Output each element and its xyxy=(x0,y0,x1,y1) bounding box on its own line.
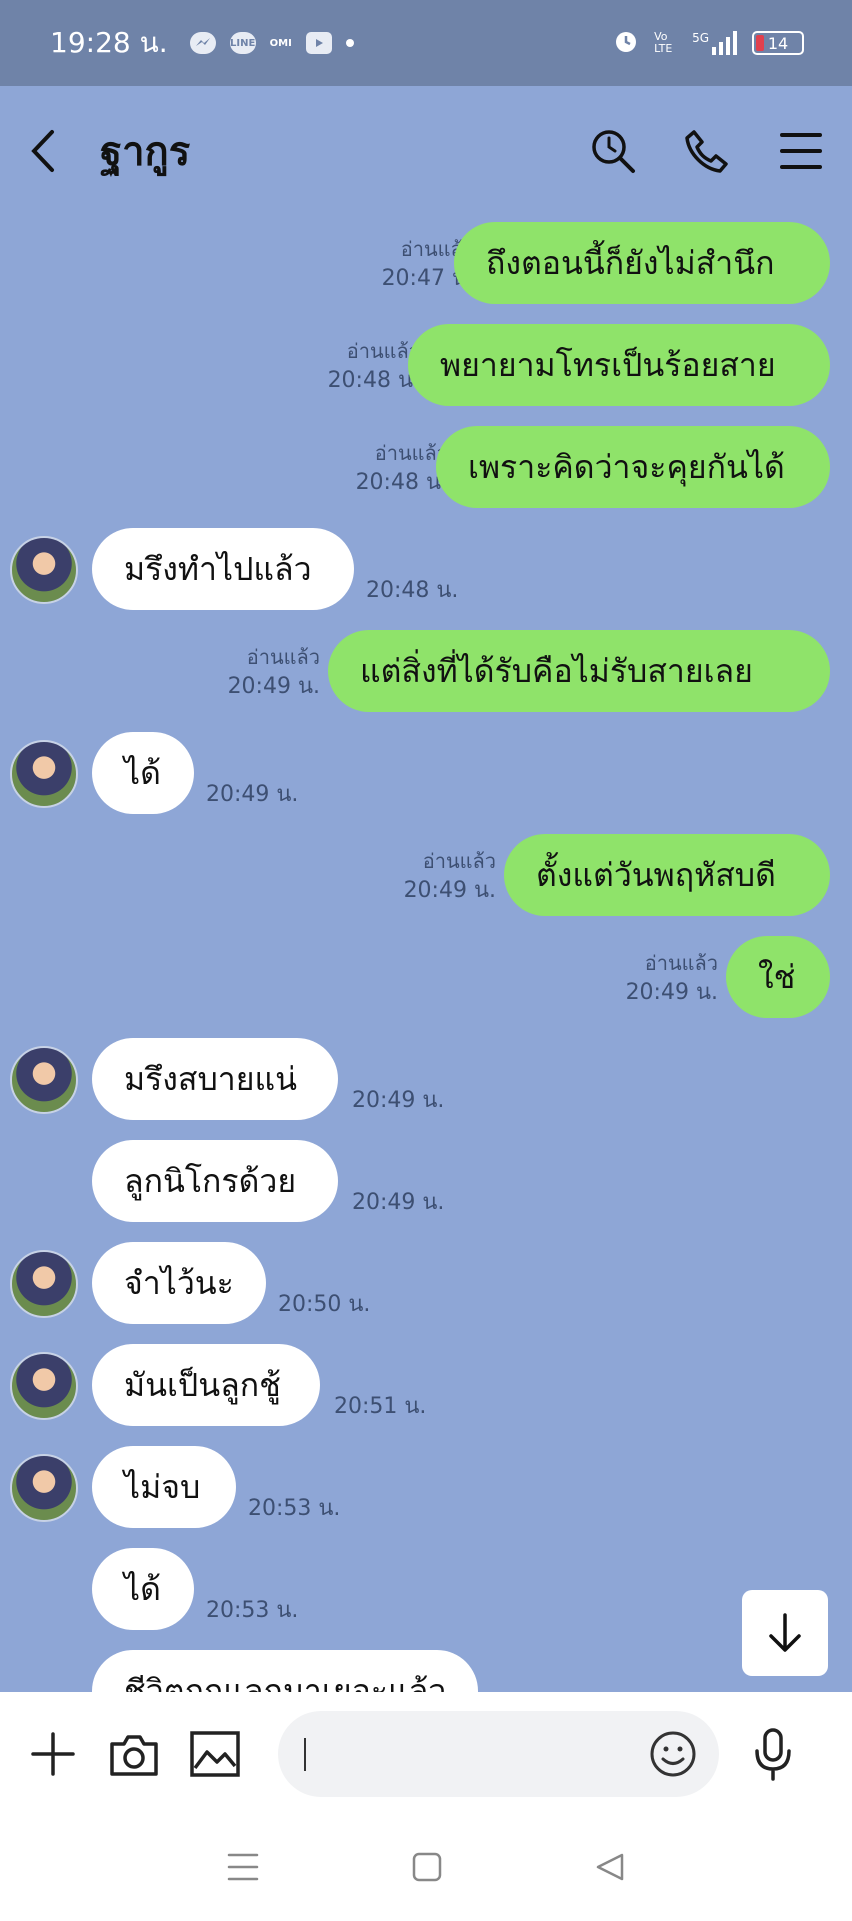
search-button[interactable] xyxy=(590,128,636,174)
contact-avatar[interactable] xyxy=(10,740,78,808)
message-time: 20:53 น. xyxy=(206,1598,299,1623)
signal-icon: 5G xyxy=(692,31,738,55)
incoming-message-bubble[interactable]: ชีวิตถูกแลกมาเยอะแล้ว xyxy=(92,1650,478,1692)
system-navigation-bar xyxy=(0,1816,852,1921)
contact-avatar[interactable] xyxy=(10,1250,78,1318)
message-input-bar xyxy=(0,1692,852,1816)
read-receipt: อ่านแล้ว xyxy=(346,339,420,363)
outgoing-message-bubble[interactable]: แต่สิ่งที่ได้รับคือไม่รับสายเลย xyxy=(328,630,830,712)
search-icon xyxy=(592,130,635,173)
triangle-back-icon xyxy=(597,1853,624,1880)
hamburger-menu-icon xyxy=(780,133,822,169)
incoming-message-bubble[interactable]: ได้ xyxy=(92,1548,194,1630)
back-button[interactable] xyxy=(28,121,72,181)
messenger-icon xyxy=(189,32,216,54)
more-notifications-dot xyxy=(345,39,354,47)
message-meta: อ่านแล้ว 20:49 น. xyxy=(626,948,718,1008)
alarm-icon xyxy=(612,27,640,59)
outgoing-message-bubble[interactable]: ใช่ xyxy=(726,936,830,1018)
message-time: 20:48 น. xyxy=(355,470,448,495)
incoming-message-bubble[interactable]: มรึงทำไปแล้ว xyxy=(92,528,354,610)
outgoing-message-bubble[interactable]: ตั้งแต่วันพฤหัสบดี xyxy=(504,834,830,916)
incoming-message-bubble[interactable]: ได้ xyxy=(92,732,194,814)
contact-avatar[interactable] xyxy=(10,1454,78,1522)
system-indicators: Vo LTE 5G 14 xyxy=(612,27,804,59)
plus-icon xyxy=(31,1732,76,1776)
add-button[interactable] xyxy=(26,1726,81,1782)
outgoing-message-bubble[interactable]: ถึงตอนนี้ก็ยังไม่สำนึก xyxy=(454,222,830,304)
recent-apps-button[interactable] xyxy=(226,1852,260,1886)
home-button[interactable] xyxy=(411,1851,443,1887)
camera-icon xyxy=(110,1735,158,1776)
microphone-icon xyxy=(754,1728,791,1781)
message-meta: อ่านแล้ว 20:49 น. xyxy=(404,846,496,906)
message-time: 20:49 น. xyxy=(625,980,718,1005)
message-list[interactable]: อ่านแล้ว 20:47 น. ถึงตอนนี้ก็ยังไม่สำนึก… xyxy=(0,216,852,1692)
chevron-left-icon xyxy=(31,130,54,172)
message-meta: อ่านแล้ว 20:48 น. xyxy=(328,336,420,396)
header-actions xyxy=(590,128,824,174)
message-meta: อ่านแล้ว 20:49 น. xyxy=(228,642,320,702)
menu-button[interactable] xyxy=(778,128,824,174)
image-icon xyxy=(190,1731,240,1777)
message-time: 20:48 น. xyxy=(327,368,420,393)
message-meta: อ่านแล้ว 20:48 น. xyxy=(356,438,448,498)
camera-button[interactable] xyxy=(107,1726,162,1782)
message-time: 20:53 น. xyxy=(248,1496,341,1521)
chat-header: ฐากูร xyxy=(0,86,852,216)
volte-icon: Vo LTE xyxy=(654,30,673,55)
read-receipt: อ่านแล้ว xyxy=(246,645,320,669)
message-time: 20:49 น. xyxy=(227,674,320,699)
status-time: 19:28 น. xyxy=(50,26,168,59)
incoming-message-bubble[interactable]: ไม่จบ xyxy=(92,1446,236,1528)
network-type: 5G xyxy=(692,31,709,45)
line-icon: LINE xyxy=(229,32,256,54)
incoming-message-bubble[interactable]: ลูกนิโกรด้วย xyxy=(92,1140,338,1222)
incoming-message-bubble[interactable]: มันเป็นลูกชู้ xyxy=(92,1344,320,1426)
message-time: 20:51 น. xyxy=(334,1394,427,1419)
status-bar: 19:28 น. LINE OMI Vo LTE 5G 14 xyxy=(0,0,852,86)
smiley-icon xyxy=(650,1731,696,1777)
emoji-button[interactable] xyxy=(649,1730,697,1782)
youtube-icon xyxy=(305,32,332,54)
menu-lines-icon xyxy=(227,1853,258,1880)
read-receipt: อ่านแล้ว xyxy=(422,849,496,873)
message-time: 20:49 น. xyxy=(352,1190,445,1215)
message-field[interactable] xyxy=(278,1711,720,1797)
scroll-to-bottom-button[interactable] xyxy=(742,1590,828,1676)
message-time: 20:49 น. xyxy=(352,1088,445,1113)
message-input[interactable] xyxy=(304,1737,635,1771)
battery-icon: 14 xyxy=(752,31,804,55)
incoming-message-bubble[interactable]: จำไว้นะ xyxy=(92,1242,266,1324)
contact-avatar[interactable] xyxy=(10,1046,78,1114)
message-time: 20:48 น. xyxy=(366,578,459,603)
omi-icon: OMI xyxy=(269,37,292,49)
message-time: 20:49 น. xyxy=(403,878,496,903)
message-time: 20:49 น. xyxy=(206,782,299,807)
contact-avatar[interactable] xyxy=(10,1352,78,1420)
outgoing-message-bubble[interactable]: เพราะคิดว่าจะคุยกันได้ xyxy=(436,426,830,508)
battery-level: 14 xyxy=(767,33,789,53)
back-nav-button[interactable] xyxy=(594,1851,626,1887)
incoming-message-bubble[interactable]: มรึงสบายแน่ xyxy=(92,1038,338,1120)
square-icon xyxy=(412,1852,442,1881)
gallery-button[interactable] xyxy=(187,1726,242,1782)
outgoing-message-bubble[interactable]: พยายามโทรเป็นร้อยสาย xyxy=(408,324,830,406)
call-button[interactable] xyxy=(684,128,730,174)
read-receipt: อ่านแล้ว xyxy=(374,441,448,465)
arrow-down-icon xyxy=(769,1613,801,1652)
notification-icons: LINE OMI xyxy=(189,32,354,54)
read-receipt: อ่านแล้ว xyxy=(644,951,718,975)
contact-name[interactable]: ฐากูร xyxy=(100,119,190,183)
voice-button[interactable] xyxy=(745,1726,800,1782)
phone-icon xyxy=(685,130,728,173)
message-time: 20:50 น. xyxy=(278,1292,371,1317)
contact-avatar[interactable] xyxy=(10,536,78,604)
